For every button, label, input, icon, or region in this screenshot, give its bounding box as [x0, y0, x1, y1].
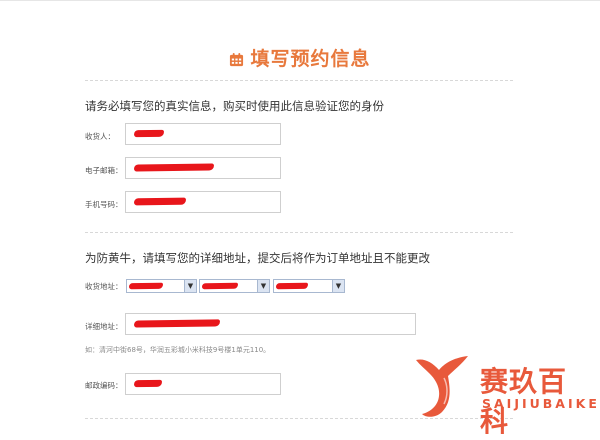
redaction-mark [128, 282, 164, 290]
phone-label: 手机号码： [85, 200, 123, 209]
redaction-mark [275, 282, 309, 290]
redaction-mark [133, 129, 165, 138]
zip-label: 邮政编码： [85, 381, 123, 390]
address-field[interactable] [125, 313, 416, 335]
email-field[interactable] [125, 157, 281, 179]
watermark-logo: 赛玖百科 SAIJIUBAIKE [412, 352, 597, 438]
divider [85, 80, 513, 81]
redaction-mark [133, 163, 215, 172]
page-title: 填写预约信息 [0, 44, 600, 71]
address-label: 详细地址： [85, 322, 123, 331]
region-label: 收货地址： [85, 282, 123, 291]
whale-tail-icon [416, 356, 468, 417]
top-border [0, 0, 600, 1]
receiver-input[interactable] [125, 123, 281, 145]
city-select[interactable]: ▼ [199, 279, 270, 293]
redaction-mark [133, 197, 187, 206]
calendar-icon [230, 52, 244, 67]
receiver-label: 收货人： [85, 132, 115, 141]
chevron-down-icon[interactable]: ▼ [332, 280, 344, 292]
chevron-down-icon[interactable]: ▼ [257, 280, 269, 292]
province-select[interactable]: ▼ [126, 279, 197, 293]
redaction-mark [133, 319, 221, 328]
phone-field[interactable] [125, 191, 281, 213]
section-heading-identity: 请务必填写您的真实信息，购买时使用此信息验证您的身份 [85, 99, 384, 113]
title-text: 填写预约信息 [250, 48, 371, 70]
redaction-mark [133, 379, 163, 388]
address-hint: 如：清河中街68号，华润五彩城小米科技9号楼1单元110。 [85, 346, 271, 354]
divider [85, 232, 513, 233]
watermark-name-en: SAIJIUBAIKE [482, 396, 600, 411]
email-label: 电子邮箱： [85, 166, 123, 175]
zip-field[interactable] [125, 373, 281, 395]
section-heading-address: 为防黄牛，请填写您的详细地址，提交后将作为订单地址且不能更改 [85, 251, 430, 265]
district-select[interactable]: ▼ [273, 279, 345, 293]
redaction-mark [201, 282, 239, 290]
chevron-down-icon[interactable]: ▼ [184, 280, 196, 292]
